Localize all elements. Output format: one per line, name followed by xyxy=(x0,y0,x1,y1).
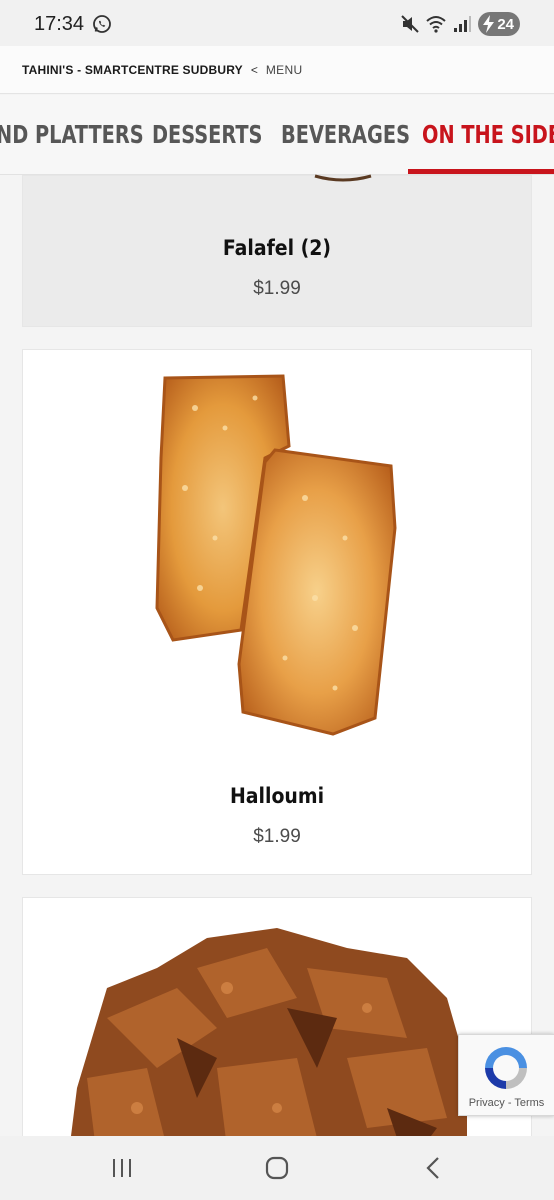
recaptcha-link-separator: - xyxy=(504,1097,515,1109)
active-tab-indicator xyxy=(408,169,554,174)
breadcrumb: TAHINI'S - SMARTCENTRE SUDBURY < MENU xyxy=(0,46,554,94)
recaptcha-icon xyxy=(485,1047,527,1089)
bolt-icon xyxy=(483,15,494,33)
back-icon[interactable] xyxy=(420,1154,448,1182)
halloumi-image xyxy=(155,374,397,736)
battery-level: 24 xyxy=(497,15,514,33)
breadcrumb-store[interactable]: TAHINI'S - SMARTCENTRE SUDBURY xyxy=(22,63,243,77)
terms-link[interactable]: Terms xyxy=(514,1097,544,1109)
item-name: Falafel (2) xyxy=(222,236,332,260)
item-name: Halloumi xyxy=(229,784,325,808)
tab-beverages[interactable]: BEVERAGES xyxy=(281,95,410,174)
wifi-icon xyxy=(426,16,446,33)
home-icon[interactable] xyxy=(263,1154,291,1182)
item-price: $1.99 xyxy=(253,278,301,299)
tab-platters[interactable]: ND PLATTERS xyxy=(0,95,144,174)
recaptcha-badge[interactable]: Privacy - Terms xyxy=(458,1034,554,1116)
falafel-image-edge xyxy=(314,174,372,182)
signal-icon xyxy=(454,16,471,32)
breadcrumb-separator: < xyxy=(250,62,258,77)
system-nav-bar xyxy=(0,1136,554,1200)
menu-item-card[interactable] xyxy=(22,897,532,1157)
status-time: 17:34 xyxy=(34,13,85,35)
mute-icon xyxy=(401,15,419,33)
menu-item-card[interactable]: Falafel (2) $1.99 xyxy=(22,174,532,327)
category-tabs: ND PLATTERS DESSERTS BEVERAGES ON THE SI… xyxy=(0,95,554,175)
breadcrumb-menu[interactable]: MENU xyxy=(266,63,303,77)
privacy-link[interactable]: Privacy xyxy=(469,1097,505,1109)
recent-apps-icon[interactable] xyxy=(108,1154,136,1182)
shawarma-image xyxy=(68,928,467,1156)
system-icons: 24 xyxy=(400,12,520,36)
tab-on-the-side[interactable]: ON THE SIDE xyxy=(422,95,554,174)
item-price: $1.99 xyxy=(253,826,301,847)
menu-item-card[interactable]: Halloumi $1.99 xyxy=(22,349,532,875)
status-bar: 17:34 24 xyxy=(0,0,554,46)
recaptcha-links: Privacy - Terms xyxy=(459,1097,554,1109)
tab-desserts[interactable]: DESSERTS xyxy=(152,95,262,174)
whatsapp-icon xyxy=(93,15,111,33)
battery-charging-icon: 24 xyxy=(478,12,520,36)
